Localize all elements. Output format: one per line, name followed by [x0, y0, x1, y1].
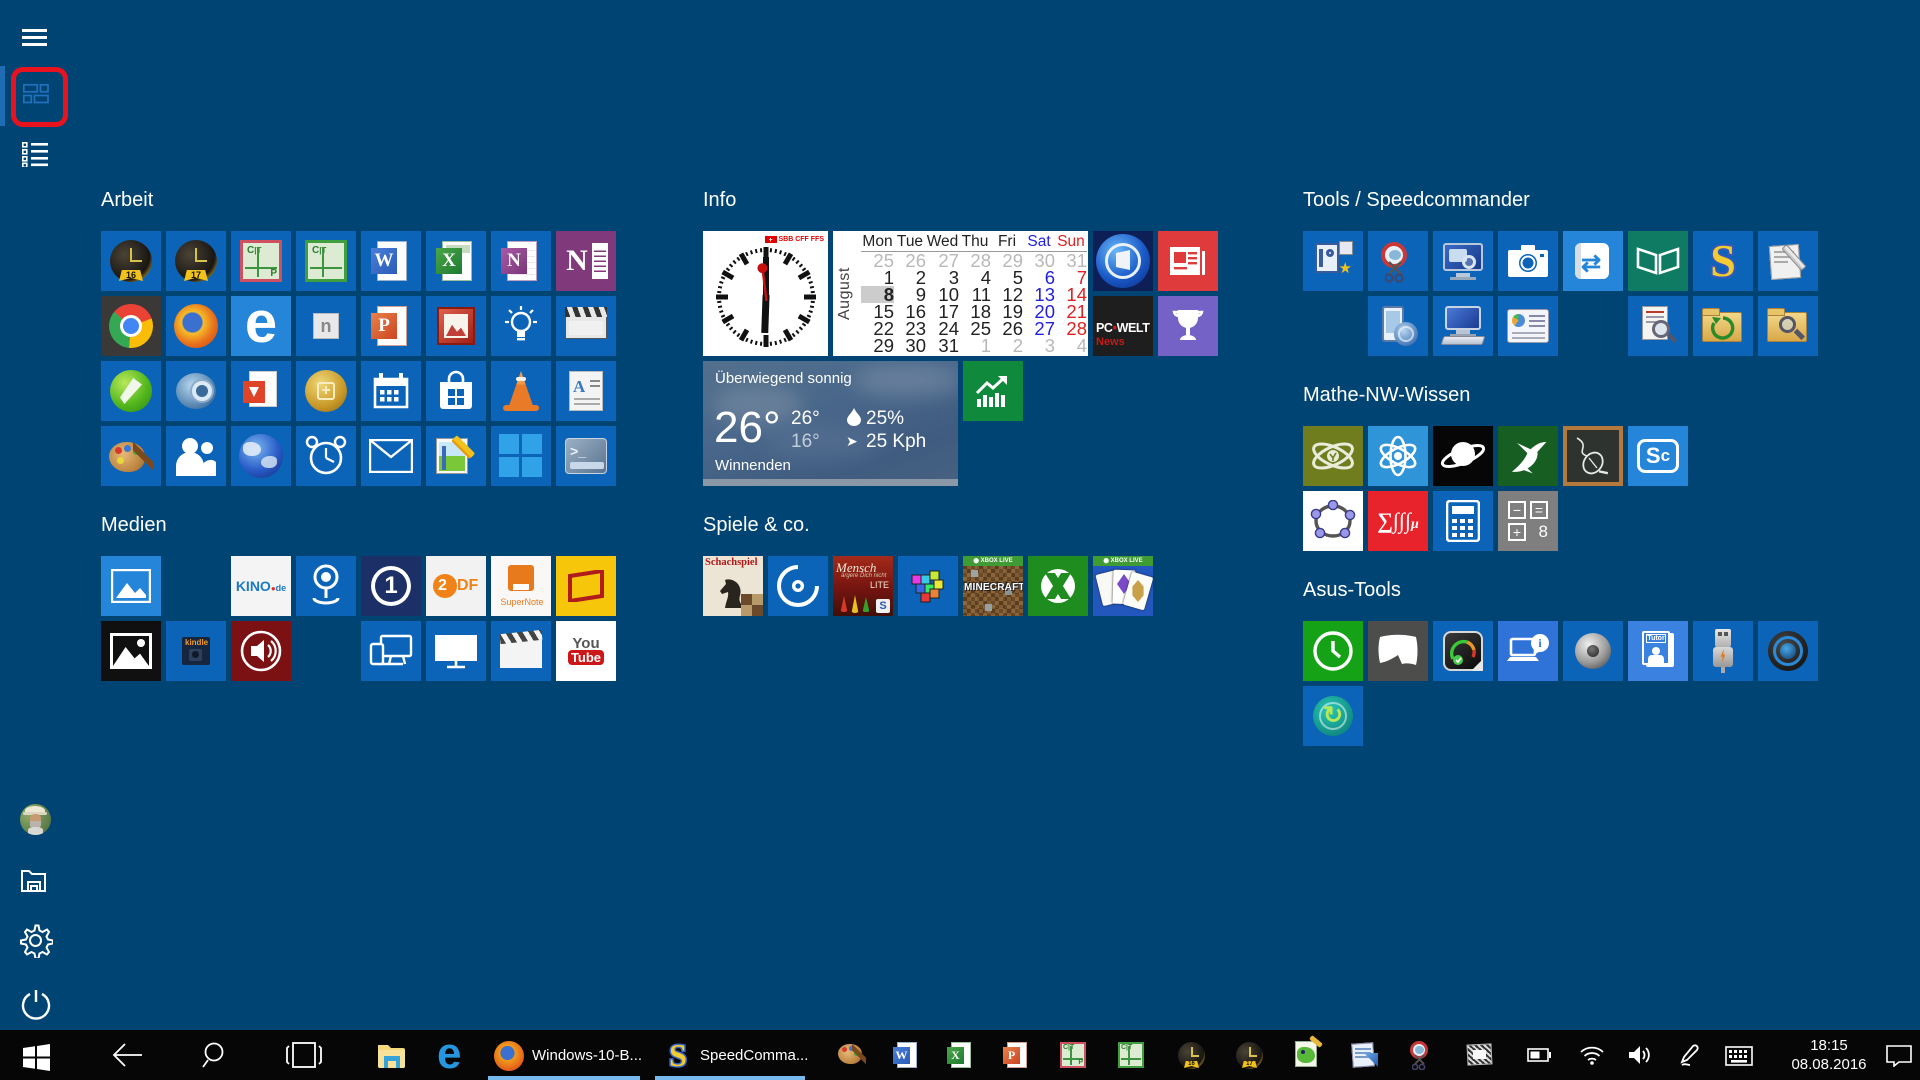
- svg-text:S: S: [1710, 236, 1736, 286]
- svg-text:S: S: [669, 1037, 687, 1073]
